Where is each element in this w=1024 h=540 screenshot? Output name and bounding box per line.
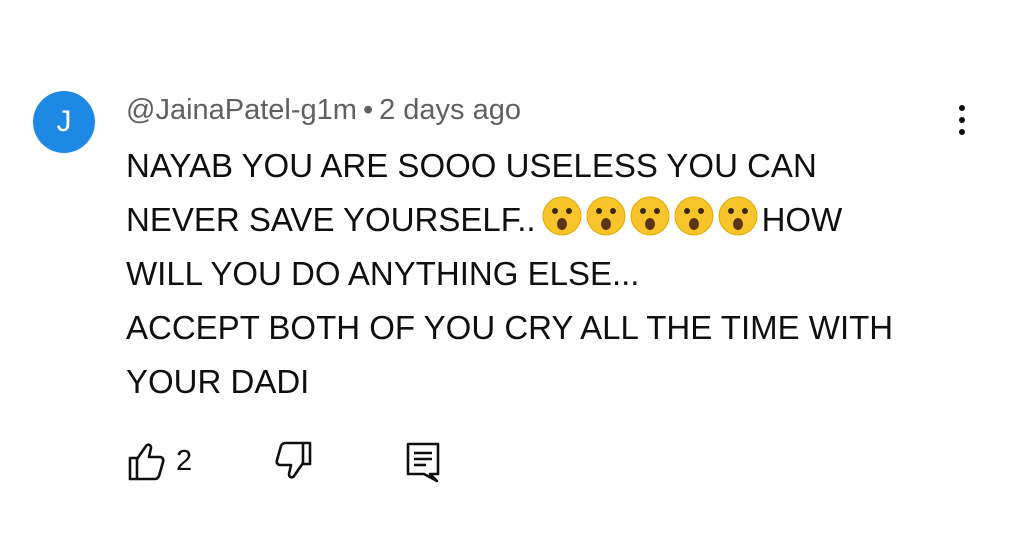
comment-line: ACCEPT BOTH OF YOU CRY ALL THE TIME WITH	[126, 309, 894, 346]
menu-dot	[959, 129, 965, 135]
comment-time: 2 days ago	[379, 94, 521, 126]
menu-dot	[959, 117, 965, 123]
comment-line: WILL YOU DO ANYTHING ELSE...	[126, 255, 640, 292]
astonished-face-icon	[586, 196, 626, 236]
avatar-letter: J	[56, 105, 72, 138]
comment-meta: @JainaPatel-g1m • 2 days ago	[126, 94, 521, 127]
author-handle[interactable]: @JainaPatel-g1m	[126, 94, 357, 126]
comment-text: NAYAB YOU ARE SOOO USELESS YOU CAN NEVER…	[126, 139, 946, 409]
emoji-group	[542, 196, 758, 236]
like-count: 2	[176, 444, 193, 477]
thumbs-up-icon	[128, 443, 165, 481]
comment-line-text: HOW	[761, 201, 843, 238]
comment-line: NAYAB YOU ARE SOOO USELESS YOU CAN	[126, 147, 817, 184]
previous-reply-link-partial[interactable]	[160, 0, 170, 17]
comment-reply-icon	[406, 442, 440, 483]
thumbs-down-icon	[275, 441, 312, 479]
astonished-face-icon	[674, 196, 714, 236]
astonished-face-icon	[718, 196, 758, 236]
reply-button[interactable]	[404, 440, 442, 484]
astonished-face-icon	[542, 196, 582, 236]
menu-dot	[959, 105, 965, 111]
meta-separator: •	[362, 94, 374, 126]
comment-line: YOUR DADI	[126, 363, 310, 400]
dislike-button[interactable]	[274, 440, 314, 482]
avatar[interactable]: J	[33, 91, 95, 153]
more-vertical-icon[interactable]	[944, 100, 980, 140]
astonished-face-icon	[630, 196, 670, 236]
comment-line-text: NEVER SAVE YOURSELF..	[126, 201, 536, 238]
like-button[interactable]: 2	[126, 440, 192, 482]
comment-line: NEVER SAVE YOURSELF.. HOW	[126, 193, 946, 247]
